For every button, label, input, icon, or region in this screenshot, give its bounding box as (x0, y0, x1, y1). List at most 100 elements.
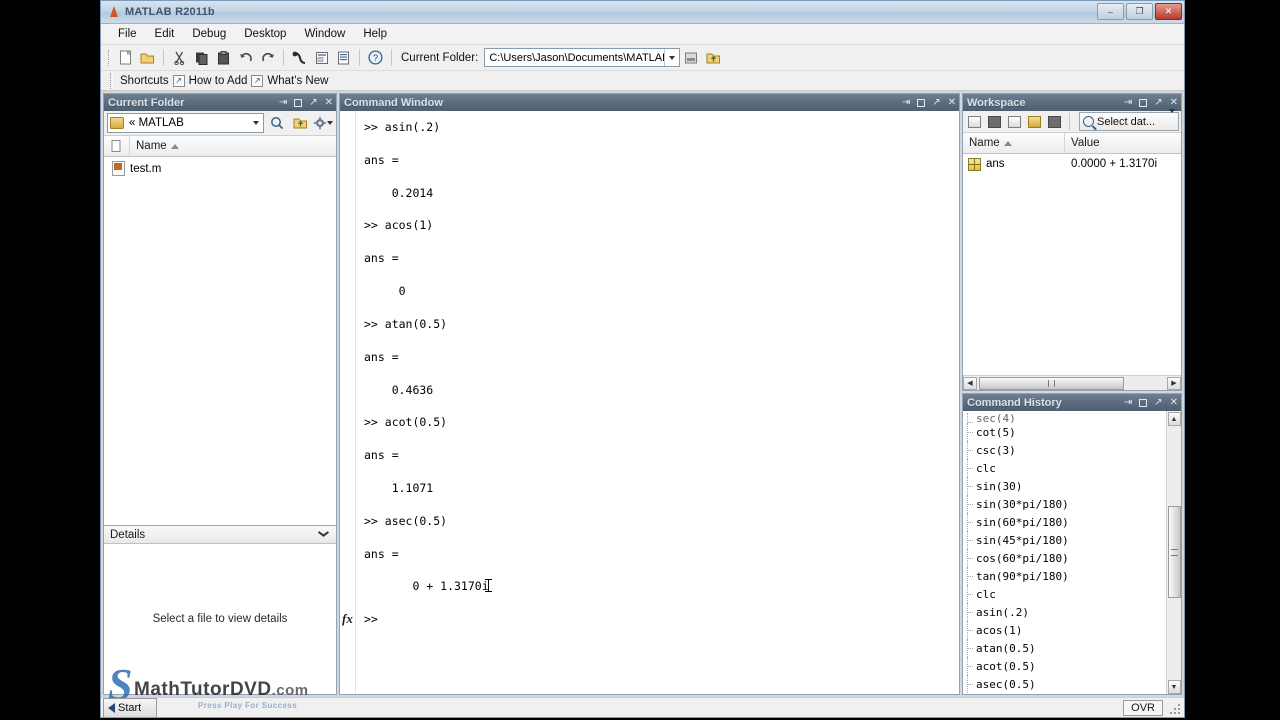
undock-icon-cmd[interactable]: ↗ (932, 97, 940, 108)
workspace-horizontal-scrollbar[interactable]: ◀ ▶ (963, 375, 1181, 390)
fx-function-hints-icon[interactable]: fx (342, 611, 353, 627)
scroll-down-icon[interactable]: ▼ (1167, 680, 1181, 694)
dock-icon-cmd[interactable]: ⇥ (902, 97, 910, 108)
list-item[interactable]: cos(60*pi/180) (967, 549, 1166, 567)
open-file-icon[interactable] (137, 47, 158, 68)
list-item[interactable]: acot(0.5) (967, 657, 1166, 675)
details-header[interactable]: Details (104, 525, 336, 544)
current-folder-path-combo[interactable]: C:\Users\Jason\Documents\MATLAB (484, 48, 681, 67)
undock-icon-ws[interactable]: ↗ (1154, 97, 1162, 108)
menu-help[interactable]: Help (354, 26, 396, 42)
menu-file[interactable]: File (109, 26, 146, 42)
table-row[interactable]: ans 0.0000 + 1.3170i (963, 154, 1181, 174)
list-item[interactable]: sin(30) (967, 477, 1166, 495)
menu-window[interactable]: Window (295, 26, 354, 42)
toolbar-grip[interactable] (108, 49, 111, 66)
close-panel-icon[interactable]: ✕ (325, 97, 333, 108)
guide-icon[interactable] (311, 47, 332, 68)
command-history-body[interactable]: sec(4) cot(5) csc(3) clc sin(30) sin(30*… (963, 411, 1181, 694)
gear-icon[interactable] (313, 113, 333, 133)
delete-variable-icon[interactable] (1045, 112, 1064, 131)
chevron-down-icon[interactable] (664, 49, 679, 66)
maximize-panel-icon-ws[interactable] (1139, 98, 1148, 107)
new-variable-icon[interactable] (965, 112, 984, 131)
maximize-panel-icon-hist[interactable] (1139, 398, 1148, 407)
close-panel-icon-hist[interactable]: ✕ (1170, 397, 1178, 408)
chevron-down-icon-ws[interactable] (1169, 108, 1175, 131)
resize-grip-icon[interactable] (1168, 702, 1180, 714)
simulink-icon[interactable] (289, 47, 310, 68)
scroll-up-icon[interactable]: ▲ (1167, 412, 1181, 426)
command-history-list[interactable]: sec(4) cot(5) csc(3) clc sin(30) sin(30*… (963, 411, 1166, 694)
import-data-icon[interactable] (1005, 112, 1024, 131)
list-item[interactable]: sin(30*pi/180) (967, 495, 1166, 513)
maximize-panel-icon[interactable] (294, 98, 303, 107)
list-item[interactable]: sin(45*pi/180) (967, 531, 1166, 549)
dock-icon-hist[interactable]: ⇥ (1124, 397, 1132, 408)
workspace-scroll-track[interactable] (977, 376, 1167, 390)
maximize-panel-icon-cmd[interactable] (917, 98, 926, 107)
start-button[interactable]: Start (103, 698, 157, 718)
redo-icon[interactable] (257, 47, 278, 68)
up-one-level-icon[interactable] (703, 47, 724, 68)
undo-icon[interactable] (235, 47, 256, 68)
name-column-label: Name (136, 140, 167, 152)
list-item[interactable]: asin(.2) (967, 603, 1166, 621)
select-data-combo[interactable]: Select dat... (1079, 108, 1179, 131)
file-list[interactable]: test.m (104, 157, 336, 525)
list-item[interactable]: tan(90*pi/180) (967, 567, 1166, 585)
paste-icon[interactable] (213, 47, 234, 68)
scroll-right-icon[interactable]: ▶ (1167, 376, 1181, 390)
help-icon[interactable]: ? (365, 47, 386, 68)
new-script-icon[interactable] (115, 47, 136, 68)
file-list-item[interactable]: test.m (104, 159, 336, 178)
overwrite-mode-indicator[interactable]: OVR (1123, 699, 1163, 716)
folder-chevron-down-icon[interactable] (249, 121, 263, 125)
list-item[interactable]: csc(3) (967, 441, 1166, 459)
list-item[interactable]: atan(0.5) (967, 639, 1166, 657)
command-window-body[interactable]: fx >> asin(.2) ans = 0.2014 >> acos(1) a… (340, 111, 959, 694)
profiler-icon[interactable] (333, 47, 354, 68)
dock-icon[interactable]: ⇥ (279, 97, 287, 108)
list-item[interactable]: cot(5) (967, 423, 1166, 441)
list-item[interactable]: clc (967, 585, 1166, 603)
workspace-grid[interactable]: Name Value ans 0.0000 + 1.3170i (963, 133, 1181, 375)
shortcuts-label[interactable]: Shortcuts (120, 75, 169, 87)
workspace-value-column-header[interactable]: Value (1065, 133, 1181, 153)
menu-desktop[interactable]: Desktop (235, 26, 295, 42)
chevron-down-icon-details[interactable] (319, 531, 328, 536)
copy-icon[interactable] (191, 47, 212, 68)
shortcut-how-to-add[interactable]: How to Add (189, 75, 248, 87)
close-button[interactable]: ✕ (1155, 3, 1182, 20)
workspace-scroll-thumb[interactable] (979, 376, 1124, 390)
scroll-left-icon[interactable]: ◀ (963, 376, 977, 390)
dock-icon-ws[interactable]: ⇥ (1124, 97, 1132, 108)
shortcuts-grip[interactable] (110, 72, 113, 89)
command-history-vertical-scrollbar[interactable]: ▲ ▼ (1166, 411, 1181, 694)
search-icon[interactable] (267, 113, 287, 133)
close-panel-icon-cmd[interactable]: ✕ (948, 97, 956, 108)
history-scroll-track[interactable] (1167, 426, 1181, 679)
list-item[interactable]: sin(60*pi/180) (967, 513, 1166, 531)
close-panel-icon-ws[interactable]: ✕ (1170, 97, 1178, 108)
undock-icon[interactable]: ↗ (309, 97, 317, 108)
folder-path-combo[interactable]: « MATLAB (107, 113, 264, 133)
menu-debug[interactable]: Debug (183, 26, 235, 42)
name-column-header[interactable]: Name (130, 136, 336, 156)
history-scroll-thumb[interactable] (1167, 506, 1181, 598)
list-item[interactable]: clc (967, 459, 1166, 477)
shortcut-whats-new[interactable]: What's New (267, 75, 328, 87)
minimize-button[interactable]: – (1097, 3, 1124, 20)
list-item[interactable]: sec(4) (967, 413, 1166, 423)
menu-edit[interactable]: Edit (146, 26, 184, 42)
list-item[interactable]: asec(0.5) (967, 675, 1166, 693)
list-item[interactable]: acos(1) (967, 621, 1166, 639)
up-folder-icon[interactable] (290, 113, 310, 133)
cut-icon[interactable] (169, 47, 190, 68)
undock-icon-hist[interactable]: ↗ (1154, 397, 1162, 408)
save-workspace-icon[interactable] (1025, 112, 1044, 131)
maximize-button[interactable]: ❐ (1126, 3, 1153, 20)
browse-folder-icon[interactable] (681, 47, 702, 68)
open-variable-icon[interactable] (985, 112, 1004, 131)
workspace-name-column-header[interactable]: Name (963, 133, 1065, 153)
